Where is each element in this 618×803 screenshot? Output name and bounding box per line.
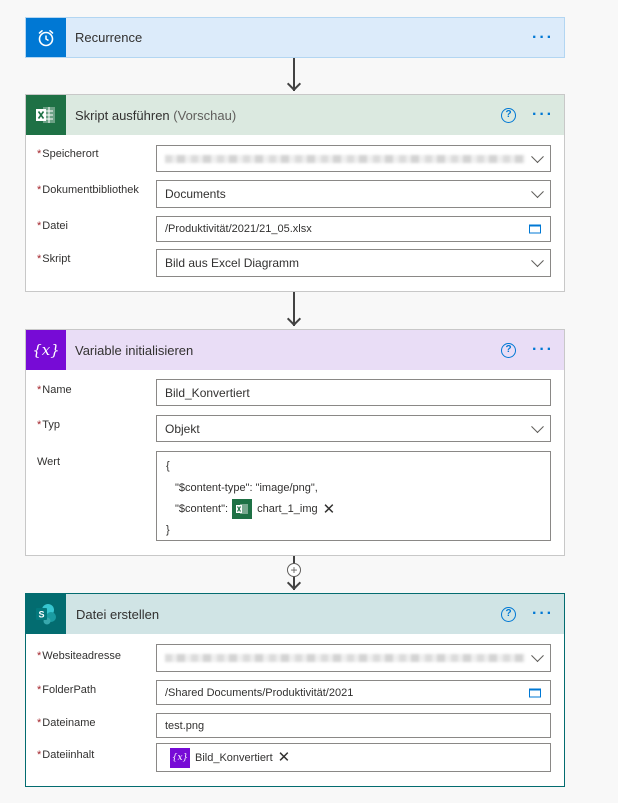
init-variable-title: Variable initialisieren xyxy=(75,342,194,358)
file-label: *Datei xyxy=(37,220,68,232)
create-file-title: Datei erstellen xyxy=(76,606,160,622)
create-file-card[interactable]: S Datei erstellen ? ··· *Websiteadresse … xyxy=(25,593,565,787)
library-dropdown[interactable]: Documents xyxy=(156,180,551,208)
create-file-header[interactable]: S Datei erstellen ? ··· xyxy=(26,594,564,634)
remove-token-icon[interactable]: ✕ xyxy=(323,502,336,517)
help-icon[interactable]: ? xyxy=(501,342,517,358)
folder-input[interactable]: /Shared Documents/Produktivität/2021 xyxy=(156,680,551,705)
add-step-button[interactable]: + xyxy=(287,563,301,577)
name-label: *Name xyxy=(37,384,72,396)
more-options-icon[interactable]: ··· xyxy=(532,606,554,622)
filename-input[interactable]: test.png xyxy=(156,713,551,738)
sharepoint-icon: S xyxy=(26,594,66,634)
more-options-icon[interactable]: ··· xyxy=(532,342,554,358)
value-textarea[interactable]: { "$content-type": "image/png", "$conten… xyxy=(156,451,551,541)
folder-icon[interactable] xyxy=(529,688,541,697)
svg-text:S: S xyxy=(38,610,44,620)
arrow-head-icon xyxy=(286,575,302,591)
script-label: *Skript xyxy=(37,253,71,265)
variable-icon: {x} xyxy=(26,330,66,370)
folder-icon[interactable] xyxy=(529,224,541,234)
more-options-icon[interactable]: ··· xyxy=(532,30,554,46)
code-line: "$content": chart_1_img ✕ xyxy=(175,499,336,519)
folder-label: *FolderPath xyxy=(37,684,97,696)
excel-icon xyxy=(26,95,66,135)
recurrence-title: Recurrence xyxy=(75,30,143,45)
chevron-down-icon xyxy=(531,419,544,433)
location-label: *Speicherort xyxy=(37,148,99,160)
library-label: *Dokumentbibliothek xyxy=(37,184,139,196)
type-dropdown[interactable]: Objekt xyxy=(156,415,551,442)
chevron-down-icon xyxy=(531,149,544,163)
preview-suffix: (Vorschau) xyxy=(173,107,237,123)
alarm-clock-icon xyxy=(26,18,66,57)
help-icon[interactable]: ? xyxy=(501,107,517,123)
init-variable-card[interactable]: {x} Variable initialisieren ? ··· *Name … xyxy=(25,329,565,556)
name-input[interactable]: Bild_Konvertiert xyxy=(156,379,551,406)
chevron-down-icon xyxy=(531,254,544,268)
arrow-head-icon xyxy=(286,311,302,327)
help-icon[interactable]: ? xyxy=(501,606,517,622)
file-content-label: *Dateiinhalt xyxy=(37,749,95,761)
file-input[interactable]: /Produktivität/2021/21_05.xlsx xyxy=(156,216,551,242)
run-script-title: Skript ausführen (Vorschau) xyxy=(75,107,237,123)
type-label: *Typ xyxy=(37,419,61,431)
site-dropdown[interactable] xyxy=(156,644,551,672)
file-content-input[interactable]: {x} Bild_Konvertiert ✕ xyxy=(156,743,551,772)
run-script-card[interactable]: Skript ausführen (Vorschau) ? ··· *Speic… xyxy=(25,94,565,292)
remove-token-icon[interactable]: ✕ xyxy=(278,750,291,765)
code-line: { xyxy=(166,460,170,472)
arrow-head-icon xyxy=(286,76,302,92)
value-label: Wert xyxy=(37,456,61,468)
site-label: *Websiteadresse xyxy=(37,650,121,662)
more-options-icon[interactable]: ··· xyxy=(532,107,554,123)
filename-label: *Dateiname xyxy=(37,717,96,729)
code-line: "$content-type": "image/png", xyxy=(175,482,318,494)
blurred-value xyxy=(165,154,525,163)
init-variable-header[interactable]: {x} Variable initialisieren ? ··· xyxy=(26,330,564,370)
location-dropdown[interactable] xyxy=(156,145,551,172)
variable-icon: {x} xyxy=(170,747,190,768)
run-script-header[interactable]: Skript ausführen (Vorschau) ? ··· xyxy=(26,95,564,135)
excel-icon xyxy=(232,499,253,519)
chevron-down-icon xyxy=(531,649,544,663)
recurrence-card[interactable]: Recurrence ··· xyxy=(25,17,565,58)
script-dropdown[interactable]: Bild aus Excel Diagramm xyxy=(156,249,551,277)
code-line: } xyxy=(166,524,170,536)
blurred-value xyxy=(165,654,525,662)
chevron-down-icon xyxy=(531,185,544,199)
recurrence-header[interactable]: Recurrence ··· xyxy=(26,18,564,57)
dynamic-content-token[interactable]: {x} Bild_Konvertiert ✕ xyxy=(170,747,291,768)
dynamic-content-token[interactable]: chart_1_img ✕ xyxy=(232,499,336,519)
